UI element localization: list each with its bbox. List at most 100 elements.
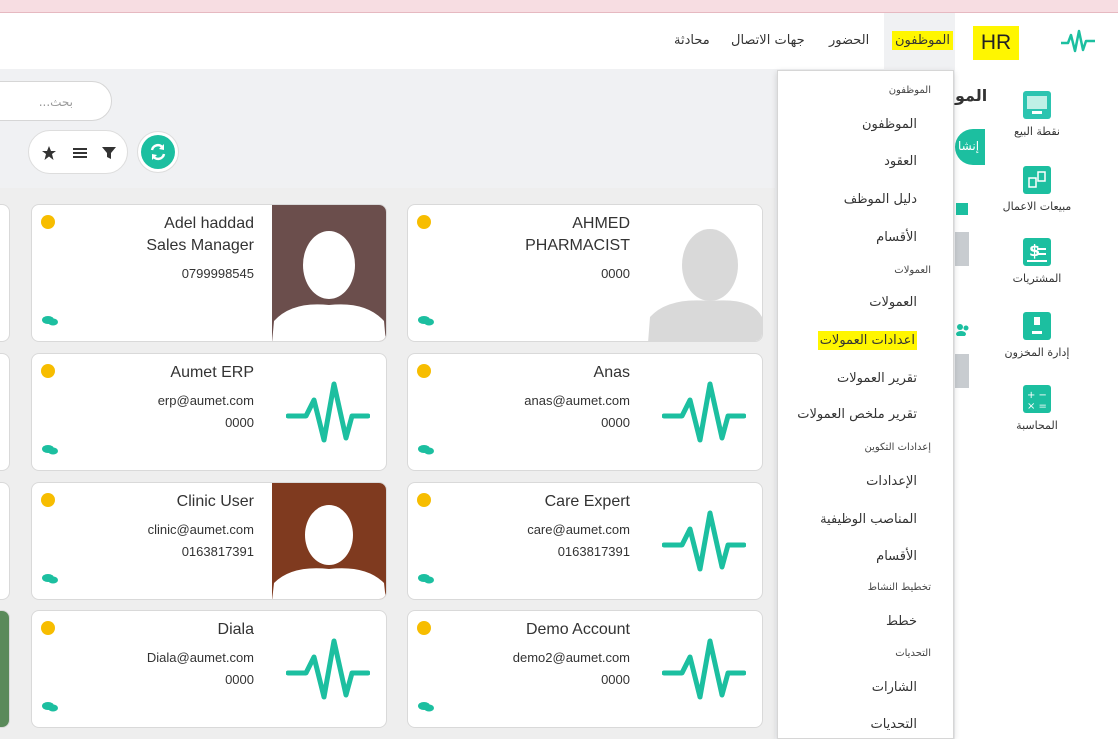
employee-card[interactable]: Diala Diala@aumet.com 0000: [31, 610, 387, 728]
avatar: [272, 205, 386, 341]
company-logo-icon: [286, 381, 370, 443]
chat-icon[interactable]: [418, 573, 434, 585]
sidebar-item-business-sales[interactable]: مبيعات الاعمال: [977, 166, 1097, 213]
side-panel-item[interactable]: [955, 232, 969, 266]
menu-item-contracts[interactable]: العقود: [884, 154, 917, 169]
inventory-box-icon: [1023, 312, 1051, 340]
employee-name: Aumet ERP: [170, 364, 254, 381]
nav-contacts[interactable]: جهات الاتصال: [731, 33, 805, 48]
employee-card[interactable]: AHMED PHARMACIST 0000: [407, 204, 763, 342]
employee-phone: 0000: [601, 415, 630, 430]
employee-card[interactable]: Care Expert care@aumet.com 0163817391: [407, 482, 763, 600]
card-peek: [0, 482, 10, 600]
dollar-icon: $: [1023, 238, 1051, 266]
sidebar-item-inventory[interactable]: إدارة المخزون: [977, 312, 1097, 359]
nav-employees-label: الموظفون: [892, 31, 953, 50]
side-panel-item[interactable]: [955, 354, 969, 388]
company-logo-icon: [662, 510, 746, 572]
top-navbar: الموظفون الحضور جهات الاتصال محادثة: [0, 13, 961, 69]
svg-text:+ −: + −: [1027, 390, 1047, 401]
employee-card[interactable]: Clinic User clinic@aumet.com 0163817391: [31, 482, 387, 600]
menu-item-departments-config[interactable]: الأقسام: [876, 549, 917, 564]
chat-icon[interactable]: [418, 315, 434, 327]
chat-icon[interactable]: [418, 444, 434, 456]
search-placeholder: بحث...: [38, 95, 73, 109]
side-panel: [955, 188, 990, 739]
employee-phone: 0799998545: [181, 266, 254, 281]
building-icon: [956, 203, 968, 215]
chat-icon[interactable]: [42, 315, 58, 327]
menu-item-settings[interactable]: الإعدادات: [866, 474, 917, 489]
filter-icon[interactable]: [101, 145, 117, 161]
svg-text:× =: × =: [1027, 401, 1047, 412]
sidebar-item-accounting[interactable]: + − × = المحاسبة: [977, 385, 1097, 432]
dropdown-header: التحديات: [895, 648, 931, 659]
employee-email: anas@aumet.com: [524, 393, 630, 408]
menu-item-commission-settings[interactable]: اعدادات العمولات: [817, 331, 917, 350]
sidebar-item-label: نقطة البيع: [1014, 125, 1060, 138]
employee-card[interactable]: Adel haddad Sales Manager 0799998545: [31, 204, 387, 342]
menu-item-employees[interactable]: الموظفون: [862, 117, 917, 132]
menu-item-job-positions[interactable]: المناصب الوظيفية: [820, 512, 917, 527]
refresh-button[interactable]: [137, 131, 179, 173]
employee-card[interactable]: Anas anas@aumet.com 0000: [407, 353, 763, 471]
nav-chat[interactable]: محادثة: [674, 33, 710, 48]
svg-text:$: $: [1029, 241, 1040, 260]
menu-item-commission-report[interactable]: تقرير العمولات: [837, 371, 917, 386]
create-button[interactable]: إنشا: [955, 129, 985, 165]
menu-item-commissions[interactable]: العمولات: [869, 295, 917, 310]
menu-item-departments[interactable]: الأقسام: [876, 230, 917, 245]
sidebar-item-label: المحاسبة: [1016, 419, 1058, 432]
menu-item-employee-directory[interactable]: دليل الموظف: [844, 192, 917, 207]
menu-item-label: اعدادات العمولات: [817, 331, 917, 350]
page-title-partial: المو: [955, 86, 988, 105]
employee-name: Adel haddad: [164, 215, 254, 232]
employees-dropdown-menu: الموظفون الموظفون العقود دليل الموظف الأ…: [777, 70, 954, 739]
pulse-logo-icon[interactable]: [1060, 26, 1096, 56]
avatar: [648, 205, 762, 341]
card-text: Clinic User clinic@aumet.com 0163817391: [34, 491, 254, 563]
company-logo-icon: [662, 381, 746, 443]
employee-email: demo2@aumet.com: [512, 650, 630, 665]
sidebar-item-label: إدارة المخزون: [1004, 346, 1070, 359]
dropdown-header: تخطيط النشاط: [867, 582, 931, 593]
view-tools: [28, 130, 128, 174]
employee-card[interactable]: Aumet ERP erp@aumet.com 0000: [31, 353, 387, 471]
refresh-icon: [150, 143, 166, 161]
sidebar-item-purchases[interactable]: $ المشتريات: [977, 238, 1097, 285]
employee-phone: 0000: [225, 672, 254, 687]
sidebar-item-pos[interactable]: نقطة البيع: [977, 91, 1097, 138]
employee-email: Diala@aumet.com: [146, 650, 254, 665]
app-title-hr: HR: [973, 26, 1019, 60]
search-input[interactable]: بحث...: [0, 81, 112, 121]
menu-item-commission-summary-report[interactable]: تقرير ملخص العمولات: [797, 407, 917, 422]
employee-card[interactable]: Demo Account demo2@aumet.com 0000: [407, 610, 763, 728]
employee-name: Anas: [593, 364, 630, 381]
chat-icon[interactable]: [42, 573, 58, 585]
card-peek: [0, 204, 10, 342]
dropdown-header: العمولات: [894, 265, 931, 276]
employee-name: Care Expert: [544, 493, 630, 510]
card-text: AHMED PHARMACIST 0000: [410, 213, 630, 285]
card-text: Demo Account demo2@aumet.com 0000: [410, 619, 630, 691]
nav-attendance[interactable]: الحضور: [829, 33, 869, 48]
employee-name: Clinic User: [176, 493, 254, 510]
users-icon: [956, 324, 969, 336]
menu-item-plans[interactable]: خطط: [886, 614, 917, 629]
company-logo-icon: [286, 638, 370, 700]
menu-item-badges[interactable]: الشارات: [872, 680, 917, 695]
chat-icon[interactable]: [42, 701, 58, 713]
chat-icon[interactable]: [418, 701, 434, 713]
sidebar-item-label: المشتريات: [1012, 272, 1062, 285]
chat-icon[interactable]: [42, 444, 58, 456]
card-text: Care Expert care@aumet.com 0163817391: [410, 491, 630, 563]
employee-email: clinic@aumet.com: [147, 522, 254, 537]
star-favorites-icon[interactable]: [41, 145, 57, 161]
employee-job: PHARMACIST: [525, 237, 630, 254]
company-logo-icon: [662, 638, 746, 700]
list-view-icon[interactable]: [72, 145, 88, 161]
create-button-label: إنشا: [958, 139, 980, 153]
menu-item-challenges[interactable]: التحديات: [870, 717, 917, 732]
calculator-icon: + − × =: [1023, 385, 1051, 413]
nav-employees[interactable]: الموظفون: [884, 13, 961, 69]
